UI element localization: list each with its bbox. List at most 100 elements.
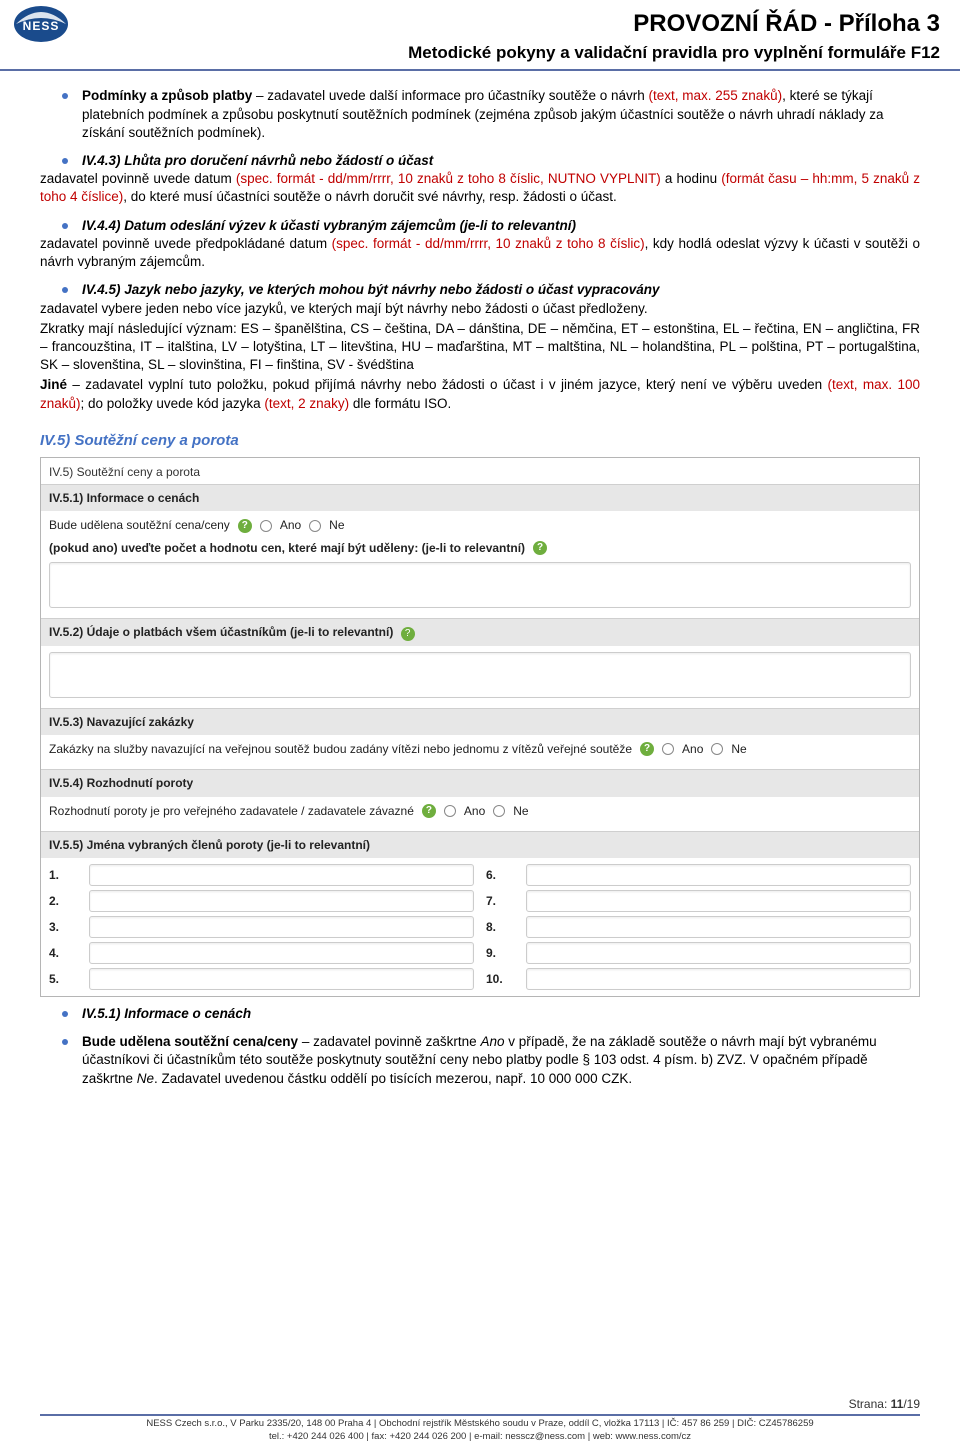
strana-total: /19 <box>903 1397 920 1411</box>
help-icon[interactable]: ? <box>238 519 252 533</box>
bullet-red: (spec. formát - dd/mm/rrrr, 10 znaků z t… <box>332 236 645 251</box>
form-screenshot: IV.5) Soutěžní ceny a porota IV.5.1) Inf… <box>40 457 920 997</box>
bottom-bullet-list: IV.5.1) Informace o cenách Bude udělena … <box>40 1005 920 1088</box>
bullet-text: a hodinu <box>661 171 721 186</box>
bullet-jine-head: Jiné <box>40 377 67 392</box>
num-6: 6. <box>486 867 514 883</box>
sc-head-53: IV.5.3) Navazující zakázky <box>41 708 919 735</box>
bullet-text: zadavatel povinně uvede předpokládané da… <box>40 236 332 251</box>
bullet-iv43: IV.4.3) Lhůta pro doručení návrhů nebo ž… <box>82 152 920 207</box>
num-9: 9. <box>486 945 514 961</box>
sc-head-52-text: IV.5.2) Údaje o platbách všem účastníkům… <box>49 625 393 639</box>
num-4: 4. <box>49 945 77 961</box>
jmena-input-7[interactable] <box>526 890 911 912</box>
bullet-text: dle formátu ISO. <box>349 396 451 411</box>
sc-label-51b: (pokud ano) uveďte počet a hodnotu cen, … <box>49 540 525 556</box>
footer-lines: NESS Czech s.r.o., V Parku 2335/20, 148 … <box>40 1414 920 1443</box>
bullet-italic: Ne <box>137 1071 154 1086</box>
bullet-text: ; do položky uvede kód jazyka <box>81 396 265 411</box>
sc-label-53: Zakázky na služby navazující na veřejnou… <box>49 741 632 757</box>
page-header: NESS PROVOZNÍ ŘÁD - Příloha 3 Metodické … <box>0 0 960 71</box>
radio-ano[interactable] <box>444 805 456 817</box>
jmena-input-10[interactable] <box>526 968 911 990</box>
sc-head-52: IV.5.2) Údaje o platbách všem účastníkům… <box>41 618 919 646</box>
radio-ne[interactable] <box>309 520 321 532</box>
top-bullet-list: Podmínky a způsob platby – zadavatel uve… <box>40 87 920 413</box>
help-icon[interactable]: ? <box>640 742 654 756</box>
bullet-bude-udelena: Bude udělena soutěžní cena/ceny – zadava… <box>82 1033 920 1088</box>
bullet-iv44: IV.4.4) Datum odeslání výzev k účasti vy… <box>82 217 920 272</box>
bullet-text: zadavatel povinně uvede datum <box>40 171 236 186</box>
bullet-head: IV.5.1) Informace o cenách <box>82 1006 251 1021</box>
bullet-red: (text, max. 255 znaků) <box>649 88 783 103</box>
footer-line2: tel.: +420 244 026 400 | fax: +420 244 0… <box>40 1431 920 1443</box>
radio-ano[interactable] <box>260 520 272 532</box>
num-5: 5. <box>49 971 77 987</box>
bullet-text: . Zadavatel uvedenou částku oddělí po ti… <box>154 1071 632 1086</box>
jmena-input-1[interactable] <box>89 864 474 886</box>
bullet-italic: Ano <box>480 1034 504 1049</box>
jmena-input-6[interactable] <box>526 864 911 886</box>
help-icon[interactable]: ? <box>401 627 415 641</box>
bullet-head: IV.4.4) Datum odeslání výzev k účasti vy… <box>82 217 920 235</box>
bullet-iv45: IV.4.5) Jazyk nebo jazyky, ve kterých mo… <box>82 281 920 413</box>
num-7: 7. <box>486 893 514 909</box>
sc-head-51: IV.5.1) Informace o cenách <box>41 484 919 511</box>
doc-title: PROVOZNÍ ŘÁD - Příloha 3 <box>20 8 940 40</box>
label-ne: Ne <box>329 517 344 533</box>
bullet-text: Zkratky mají následující význam: ES – šp… <box>40 320 920 375</box>
bullet-head: Bude udělena soutěžní cena/ceny <box>82 1034 298 1049</box>
help-icon[interactable]: ? <box>422 804 436 818</box>
radio-ne[interactable] <box>493 805 505 817</box>
doc-subtitle: Metodické pokyny a validační pravidla pr… <box>20 42 940 65</box>
label-ne: Ne <box>731 741 746 757</box>
svg-text:NESS: NESS <box>23 19 60 33</box>
num-8: 8. <box>486 919 514 935</box>
textarea-51b[interactable] <box>49 562 911 608</box>
sc-head-54: IV.5.4) Rozhodnutí poroty <box>41 769 919 796</box>
num-1: 1. <box>49 867 77 883</box>
num-10: 10. <box>486 971 514 987</box>
jmena-input-3[interactable] <box>89 916 474 938</box>
label-ano: Ano <box>280 517 301 533</box>
label-ne: Ne <box>513 803 528 819</box>
page-footer: Strana: 11/19 NESS Czech s.r.o., V Parku… <box>0 1392 960 1453</box>
radio-ne[interactable] <box>711 743 723 755</box>
bullet-head: Podmínky a způsob platby <box>82 88 252 103</box>
bullet-text: – zadavatel uvede další informace pro úč… <box>252 88 648 103</box>
bullet-text: – zadavatel povinně zaškrtne <box>298 1034 480 1049</box>
jmena-grid: 1. 6. 2. 7. 3. 8. 4. 9. 5. 10. <box>49 864 911 990</box>
num-2: 2. <box>49 893 77 909</box>
sc-label-54: Rozhodnutí poroty je pro veřejného zadav… <box>49 803 414 819</box>
textarea-52[interactable] <box>49 652 911 698</box>
num-3: 3. <box>49 919 77 935</box>
bullet-podminky: Podmínky a způsob platby – zadavatel uve… <box>82 87 920 142</box>
strana-label: Strana: <box>849 1397 891 1411</box>
page-number: Strana: 11/19 <box>40 1396 920 1412</box>
ness-logo-icon: NESS <box>12 4 70 46</box>
section-heading-iv5: IV.5) Soutěžní ceny a porota <box>40 431 920 451</box>
bullet-text: , do které musí účastníci soutěže o návr… <box>123 189 617 204</box>
logo: NESS <box>12 4 70 46</box>
bullet-text: – zadavatel vyplní tuto položku, pokud p… <box>67 377 827 392</box>
sc-head-55: IV.5.5) Jména vybraných členů poroty (je… <box>41 831 919 858</box>
jmena-input-2[interactable] <box>89 890 474 912</box>
bullet-text: zadavatel vybere jeden nebo více jazyků,… <box>40 300 920 318</box>
bullet-red: (spec. formát - dd/mm/rrrr, 10 znaků z t… <box>236 171 661 186</box>
bullet-red: (text, 2 znaky) <box>264 396 349 411</box>
sc-label-51: Bude udělena soutěžní cena/ceny <box>49 517 230 533</box>
content: Podmínky a způsob platby – zadavatel uve… <box>0 71 960 1107</box>
bullet-head: IV.4.3) Lhůta pro doručení návrhů nebo ž… <box>82 152 920 170</box>
radio-ano[interactable] <box>662 743 674 755</box>
jmena-input-5[interactable] <box>89 968 474 990</box>
bullet-head: IV.4.5) Jazyk nebo jazyky, ve kterých mo… <box>82 281 920 299</box>
strana-current: 11 <box>891 1397 904 1411</box>
jmena-input-8[interactable] <box>526 916 911 938</box>
jmena-input-4[interactable] <box>89 942 474 964</box>
label-ano: Ano <box>682 741 703 757</box>
jmena-input-9[interactable] <box>526 942 911 964</box>
help-icon[interactable]: ? <box>533 541 547 555</box>
footer-line1: NESS Czech s.r.o., V Parku 2335/20, 148 … <box>40 1418 920 1430</box>
bullet-iv51: IV.5.1) Informace o cenách <box>82 1005 920 1023</box>
label-ano: Ano <box>464 803 485 819</box>
